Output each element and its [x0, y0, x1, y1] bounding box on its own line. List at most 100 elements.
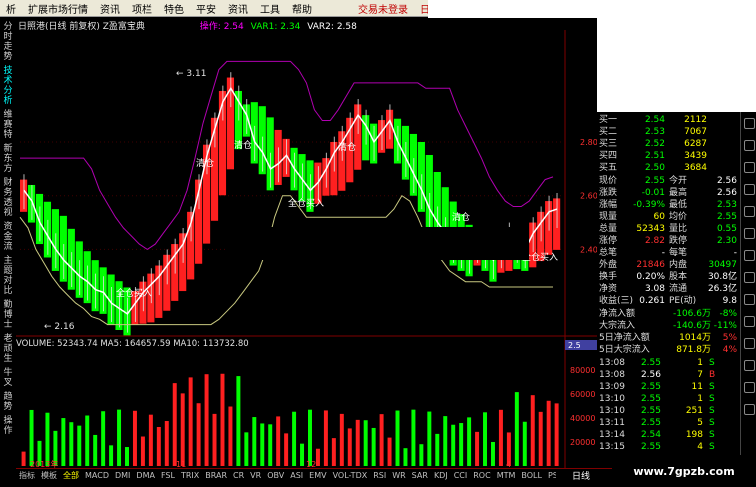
- left-tab[interactable]: 勤博士: [2, 300, 14, 330]
- order-label: 买二: [599, 127, 618, 137]
- left-tab[interactable]: 分时走势: [2, 22, 14, 62]
- volume-bar: [164, 421, 169, 466]
- flow-value: 1014万: [679, 333, 711, 343]
- volume-bar: [395, 410, 400, 466]
- toolbar-icon[interactable]: [744, 118, 755, 129]
- volume-bar: [29, 409, 34, 466]
- period-box[interactable]: 日线: [556, 468, 612, 482]
- volume-bar: [77, 425, 82, 466]
- tick-price: 2.54: [640, 430, 661, 440]
- left-tab[interactable]: 新东方: [2, 144, 14, 174]
- indicator-tab[interactable]: EMV: [306, 471, 329, 480]
- indicator-tab[interactable]: CR: [230, 471, 247, 480]
- menu-item[interactable]: 资讯: [94, 1, 126, 16]
- toolbar-icon[interactable]: [744, 316, 755, 327]
- indicator-tab[interactable]: 全部: [60, 470, 82, 481]
- menu-item[interactable]: 工具: [254, 1, 286, 16]
- toolbar-icon[interactable]: [744, 382, 755, 393]
- indicator-tab[interactable]: 指标: [16, 470, 38, 481]
- indicator-tab[interactable]: BOLL: [518, 471, 545, 480]
- indicator-tab[interactable]: SAR: [409, 471, 431, 480]
- indicator-tab[interactable]: 模板: [38, 470, 60, 481]
- menu-item[interactable]: 扩展市场行情: [22, 1, 94, 16]
- volume-bar: [490, 441, 495, 466]
- tick-volume: 198: [685, 430, 703, 440]
- stat-label: 换手: [599, 272, 618, 282]
- indicator-tab[interactable]: DMI: [112, 471, 133, 480]
- stat-value: 2.53: [716, 200, 737, 210]
- menu-item[interactable]: 项栏: [126, 1, 158, 16]
- login-status[interactable]: 交易未登录: [352, 1, 414, 16]
- left-tab[interactable]: 维赛特: [2, 110, 14, 140]
- left-tab[interactable]: 老顽生: [2, 334, 14, 364]
- indicator-tab[interactable]: ROC: [470, 471, 493, 480]
- left-tab[interactable]: 趋势: [2, 392, 14, 412]
- left-tab[interactable]: 操作: [2, 416, 14, 436]
- indicator-tab[interactable]: BRAR: [202, 471, 230, 480]
- flow-percent: -11%: [713, 321, 737, 331]
- watermark: www.7gpzb.com: [612, 455, 756, 487]
- indicator-tab[interactable]: DMA: [133, 471, 158, 480]
- flow-label: 大宗流入: [599, 321, 636, 331]
- left-tab[interactable]: 牛叉: [2, 368, 14, 388]
- volume-bar: [236, 376, 241, 466]
- order-book-row: 买四 2.51 3439: [597, 150, 740, 162]
- menu-item[interactable]: 平安: [190, 1, 222, 16]
- menu-item[interactable]: 析: [0, 1, 22, 16]
- side-toolbar[interactable]: [740, 112, 756, 467]
- volume-bar: [483, 412, 488, 466]
- stat-label: 现价: [599, 176, 618, 186]
- indicator-tab[interactable]: WR: [389, 471, 408, 480]
- stat-value: -: [733, 248, 737, 258]
- volume-bar: [475, 431, 480, 466]
- stat-label: 跌停: [669, 236, 688, 246]
- toolbar-icon[interactable]: [744, 206, 755, 217]
- toolbar-icon[interactable]: [744, 360, 755, 371]
- volume-bar: [379, 414, 384, 466]
- indicator-tab[interactable]: CCI: [451, 471, 471, 480]
- left-tab[interactable]: 资金流: [2, 222, 14, 252]
- indicator-tab[interactable]: RSI: [370, 471, 389, 480]
- toolbar-icon[interactable]: [744, 184, 755, 195]
- menu-item[interactable]: 特色: [158, 1, 190, 16]
- menu-item[interactable]: 资讯: [222, 1, 254, 16]
- left-tab[interactable]: 财务透视: [2, 178, 14, 218]
- toolbar-icon[interactable]: [744, 272, 755, 283]
- stat-label: 最低: [669, 200, 688, 210]
- volume-bar: [498, 409, 503, 466]
- stat-value: 0.55: [716, 224, 737, 234]
- order-volume: 6287: [684, 139, 707, 149]
- stat-row: 净资 3.08 流通 26.3亿: [597, 283, 740, 295]
- volume-bar: [109, 445, 114, 466]
- stat-value: 2.56: [716, 188, 737, 198]
- tick-price: 2.55: [640, 442, 661, 452]
- toolbar-icon[interactable]: [744, 228, 755, 239]
- date-axis-label: 2013年: [30, 459, 58, 468]
- toolbar-icon[interactable]: [744, 140, 755, 151]
- indicator-tab[interactable]: KDJ: [431, 471, 451, 480]
- indicator-tab-bar: 指标 模板 全部 MACD DMI DMA FSL TRIX BRAR CR VR OBV ASI EMV…: [16, 468, 591, 481]
- flow-row: 5日净流入额 1014万 5%: [597, 332, 740, 344]
- order-label: 买五: [599, 163, 618, 173]
- indicator-tab[interactable]: ASI: [287, 471, 306, 480]
- indicator-tab[interactable]: TRIX: [178, 471, 202, 480]
- toolbar-icon[interactable]: [744, 294, 755, 305]
- toolbar-icon[interactable]: [744, 338, 755, 349]
- left-tab[interactable]: 主题对比: [2, 256, 14, 296]
- order-price: 2.51: [644, 151, 665, 161]
- volume-bar: [514, 392, 519, 466]
- trade-annotation: 清仓: [338, 141, 356, 153]
- indicator-tab[interactable]: VR: [247, 471, 264, 480]
- indicator-tab[interactable]: OBV: [264, 471, 287, 480]
- toolbar-icon[interactable]: [744, 404, 755, 415]
- trade-annotation: 全仓买入: [288, 197, 324, 209]
- toolbar-icon[interactable]: [744, 162, 755, 173]
- left-tab[interactable]: 技术分析: [2, 66, 14, 106]
- indicator-tab[interactable]: MACD: [82, 471, 112, 480]
- toolbar-icon[interactable]: [744, 250, 755, 261]
- menu-item[interactable]: 帮助: [286, 1, 318, 16]
- indicator-tab[interactable]: VOL-TDX: [330, 471, 371, 480]
- indicator-tab[interactable]: MTM: [494, 471, 519, 480]
- indicator-tab[interactable]: FSL: [158, 471, 178, 480]
- tick-row: 13:08 2.56 7 B: [597, 369, 740, 381]
